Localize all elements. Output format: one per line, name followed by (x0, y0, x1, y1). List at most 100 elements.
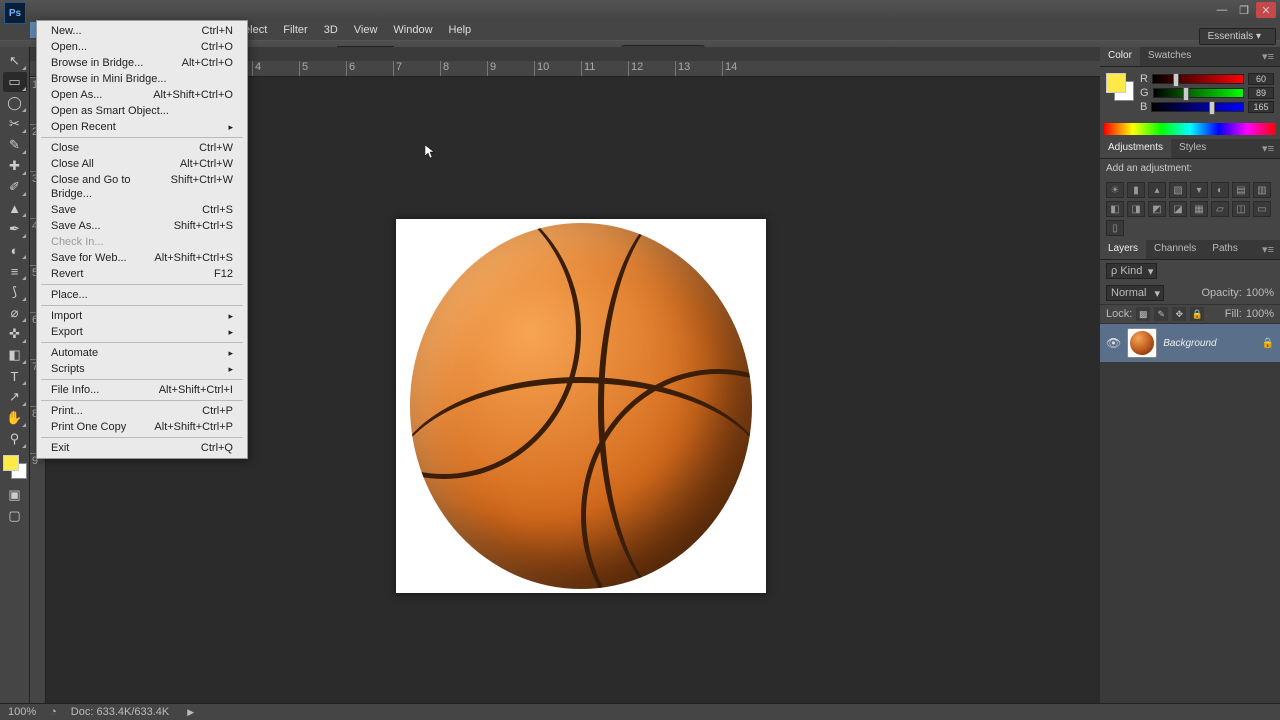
status-arrow-icon[interactable]: ▶ (187, 707, 194, 718)
tool-16[interactable]: ↗ (3, 387, 27, 407)
tab-channels[interactable]: Channels (1146, 240, 1204, 259)
lock-pixels-icon[interactable]: ✎ (1154, 307, 1168, 321)
close-window-button[interactable]: ✕ (1256, 2, 1276, 18)
adjustment-icon[interactable]: ▦ (1190, 201, 1208, 217)
menuitem-close-all[interactable]: Close AllAlt+Ctrl+W (37, 156, 247, 172)
adjustment-icon[interactable]: ▯ (1106, 220, 1124, 236)
adjustment-icon[interactable]: ◫ (1232, 201, 1250, 217)
blend-mode-select[interactable]: Normal (1106, 285, 1164, 301)
menuitem-revert[interactable]: RevertF12 (37, 266, 247, 282)
layer-name[interactable]: Background (1163, 338, 1216, 349)
tool-14[interactable]: ◧ (3, 345, 27, 365)
menuitem-save-as[interactable]: Save As...Shift+Ctrl+S (37, 218, 247, 234)
minimize-button[interactable]: — (1212, 2, 1232, 18)
panel-menu-icon[interactable]: ▾≡ (1256, 47, 1280, 66)
menuitem-save[interactable]: SaveCtrl+S (37, 202, 247, 218)
menuitem-print[interactable]: Print...Ctrl+P (37, 403, 247, 419)
menuitem-open-as[interactable]: Open As...Alt+Shift+Ctrl+O (37, 87, 247, 103)
menuitem-file-info[interactable]: File Info...Alt+Shift+Ctrl+I (37, 382, 247, 398)
adjustment-icon[interactable]: ▮ (1127, 182, 1145, 198)
tool-15[interactable]: T (3, 366, 27, 386)
adjustment-icon[interactable]: ◐ (1211, 182, 1229, 198)
tool-11[interactable]: ⟆ (3, 282, 27, 302)
adjustment-icon[interactable]: ☀ (1106, 182, 1124, 198)
tool-3[interactable]: ✂ (3, 114, 27, 134)
menuitem-scripts[interactable]: Scripts (37, 361, 247, 377)
tab-swatches[interactable]: Swatches (1140, 47, 1199, 66)
tool-4[interactable]: ✎ (3, 135, 27, 155)
menuitem-close-and-go-to-bridge[interactable]: Close and Go to Bridge...Shift+Ctrl+W (37, 172, 247, 202)
menuitem-automate[interactable]: Automate (37, 345, 247, 361)
tool-6[interactable]: ✐ (3, 177, 27, 197)
tool-8[interactable]: ✒ (3, 219, 27, 239)
tool-10[interactable]: ≡ (3, 261, 27, 281)
menuitem-open[interactable]: Open...Ctrl+O (37, 39, 247, 55)
doc-size[interactable]: Doc: 633.4K/633.4K (71, 706, 169, 718)
menuitem-close[interactable]: CloseCtrl+W (37, 140, 247, 156)
tool-1[interactable]: ▭ (3, 72, 27, 92)
menuitem-save-for-web[interactable]: Save for Web...Alt+Shift+Ctrl+S (37, 250, 247, 266)
tool-9[interactable]: ◐ (3, 240, 27, 260)
g-value[interactable]: 89 (1248, 87, 1274, 99)
tab-layers[interactable]: Layers (1100, 240, 1146, 259)
layer-row[interactable]: 👁 Background 🔒 (1100, 324, 1280, 362)
adjustment-icon[interactable]: ▥ (1253, 182, 1271, 198)
lock-transparency-icon[interactable]: ▩ (1136, 307, 1150, 321)
adjustment-icon[interactable]: ▴ (1148, 182, 1166, 198)
kind-select[interactable]: ρ Kind (1106, 263, 1157, 279)
tab-styles[interactable]: Styles (1171, 139, 1214, 158)
maximize-button[interactable]: ❐ (1234, 2, 1254, 18)
menu-view[interactable]: View (346, 22, 386, 38)
adjustment-icon[interactable]: ◧ (1106, 201, 1124, 217)
zoom-value[interactable]: 100% (8, 706, 36, 718)
tool-17[interactable]: ✋ (3, 408, 27, 428)
menuitem-new[interactable]: New...Ctrl+N (37, 23, 247, 39)
lock-all-icon[interactable]: 🔒 (1190, 307, 1204, 321)
g-slider[interactable] (1153, 88, 1244, 98)
workspace-switcher[interactable]: Essentials (1199, 28, 1276, 45)
tab-adjustments[interactable]: Adjustments (1100, 139, 1171, 158)
visibility-icon[interactable]: 👁 (1106, 336, 1121, 350)
adjustment-icon[interactable]: ◨ (1127, 201, 1145, 217)
fill-value[interactable]: 100% (1246, 308, 1274, 320)
b-value[interactable]: 165 (1248, 101, 1274, 113)
menu-filter[interactable]: Filter (275, 22, 315, 38)
adjustment-icon[interactable]: ▧ (1169, 182, 1187, 198)
layer-thumbnail[interactable] (1127, 328, 1157, 358)
adjustment-icon[interactable]: ▾ (1190, 182, 1208, 198)
mode-toggle[interactable]: ▢ (3, 506, 27, 526)
color-swatch[interactable] (1106, 73, 1134, 101)
menuitem-open-recent[interactable]: Open Recent (37, 119, 247, 135)
opacity-value[interactable]: 100% (1246, 287, 1274, 299)
tool-12[interactable]: ⌀ (3, 303, 27, 323)
b-slider[interactable] (1151, 102, 1244, 112)
menu-help[interactable]: Help (441, 22, 480, 38)
menu-window[interactable]: Window (385, 22, 440, 38)
adjustment-icon[interactable]: ▭ (1253, 201, 1271, 217)
tool-18[interactable]: ⚲ (3, 429, 27, 449)
adjustment-icon[interactable]: ◪ (1169, 201, 1187, 217)
menuitem-import[interactable]: Import (37, 308, 247, 324)
menuitem-print-one-copy[interactable]: Print One CopyAlt+Shift+Ctrl+P (37, 419, 247, 435)
adjustment-icon[interactable]: ▤ (1232, 182, 1250, 198)
tool-0[interactable]: ↖ (3, 51, 27, 71)
color-spectrum[interactable] (1104, 123, 1276, 135)
canvas[interactable] (396, 219, 766, 593)
tab-color[interactable]: Color (1100, 47, 1140, 66)
adjustment-icon[interactable]: ▱ (1211, 201, 1229, 217)
r-slider[interactable] (1152, 74, 1244, 84)
mode-toggle[interactable]: ▣ (3, 485, 27, 505)
menuitem-open-as-smart-object[interactable]: Open as Smart Object... (37, 103, 247, 119)
panel-menu-icon[interactable]: ▾≡ (1256, 139, 1280, 158)
tool-7[interactable]: ▲ (3, 198, 27, 218)
tool-2[interactable]: ◯ (3, 93, 27, 113)
color-swatch-tool[interactable] (3, 455, 27, 479)
tool-5[interactable]: ✚ (3, 156, 27, 176)
menuitem-export[interactable]: Export (37, 324, 247, 340)
menuitem-exit[interactable]: ExitCtrl+Q (37, 440, 247, 456)
r-value[interactable]: 60 (1248, 73, 1274, 85)
zoom-icon[interactable]: ◔ (50, 706, 57, 718)
lock-position-icon[interactable]: ✥ (1172, 307, 1186, 321)
adjustment-icon[interactable]: ◩ (1148, 201, 1166, 217)
tab-paths[interactable]: Paths (1204, 240, 1246, 259)
